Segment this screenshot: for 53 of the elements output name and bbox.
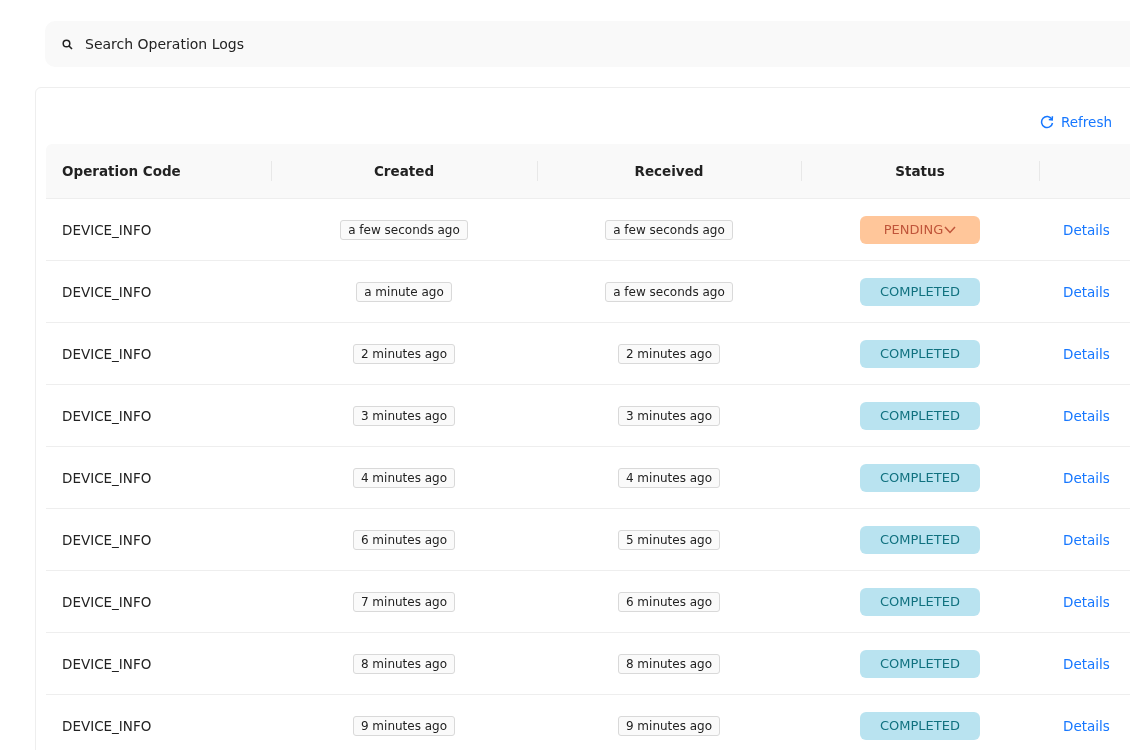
time-tag: a few seconds ago bbox=[605, 219, 733, 240]
details-link[interactable]: Details bbox=[1063, 407, 1110, 424]
operation-code: DEVICE_INFO bbox=[62, 531, 152, 548]
details-link[interactable]: Details bbox=[1063, 717, 1110, 734]
time-tag: 2 minutes ago bbox=[617, 343, 721, 364]
status-badge: COMPLETED bbox=[860, 711, 980, 740]
search-field[interactable]: Search Operation Logs bbox=[45, 21, 1130, 67]
status-badge: COMPLETED bbox=[860, 463, 980, 492]
chevron-down-icon bbox=[944, 225, 957, 234]
column-header: Received bbox=[634, 163, 704, 179]
column-header: Operation Code bbox=[62, 163, 181, 179]
time-tag: 8 minutes ago bbox=[352, 653, 456, 674]
details-link[interactable]: Details bbox=[1063, 655, 1110, 672]
operation-code: DEVICE_INFO bbox=[62, 221, 152, 238]
refresh-icon bbox=[1040, 115, 1054, 129]
details-link[interactable]: Details bbox=[1063, 593, 1110, 610]
status-badge: COMPLETED bbox=[860, 649, 980, 678]
time-tag: 9 minutes ago bbox=[352, 715, 456, 736]
operation-code: DEVICE_INFO bbox=[62, 593, 152, 610]
operation-code: DEVICE_INFO bbox=[62, 345, 152, 362]
time-tag: 4 minutes ago bbox=[617, 467, 721, 488]
column-header: Created bbox=[373, 163, 435, 179]
time-tag: 7 minutes ago bbox=[352, 591, 456, 612]
operation-code: DEVICE_INFO bbox=[62, 717, 152, 734]
status-badge: COMPLETED bbox=[860, 587, 980, 616]
time-tag: 2 minutes ago bbox=[352, 343, 456, 364]
time-tag: a few seconds ago bbox=[605, 281, 733, 302]
details-link[interactable]: Details bbox=[1063, 283, 1110, 300]
operation-code: DEVICE_INFO bbox=[62, 283, 152, 300]
time-tag: 9 minutes ago bbox=[617, 715, 721, 736]
time-tag: 4 minutes ago bbox=[352, 467, 456, 488]
time-tag: 6 minutes ago bbox=[352, 529, 456, 550]
status-badge: COMPLETED bbox=[860, 277, 980, 306]
time-tag: 6 minutes ago bbox=[617, 591, 721, 612]
time-tag: 8 minutes ago bbox=[617, 653, 721, 674]
time-tag: 3 minutes ago bbox=[617, 405, 721, 426]
time-tag: 5 minutes ago bbox=[617, 529, 721, 550]
time-tag: 3 minutes ago bbox=[352, 405, 456, 426]
operation-code: DEVICE_INFO bbox=[62, 469, 152, 486]
status-dropdown[interactable]: PENDING bbox=[860, 215, 980, 244]
status-badge: COMPLETED bbox=[860, 401, 980, 430]
refresh-button[interactable]: Refresh bbox=[1038, 112, 1114, 132]
details-link[interactable]: Details bbox=[1063, 221, 1110, 238]
status-badge: COMPLETED bbox=[860, 525, 980, 554]
time-tag: a few seconds ago bbox=[340, 219, 468, 240]
details-link[interactable]: Details bbox=[1063, 345, 1110, 362]
status-badge: COMPLETED bbox=[860, 339, 980, 368]
column-header: Status bbox=[895, 163, 945, 179]
time-tag: a minute ago bbox=[356, 281, 452, 302]
operation-code: DEVICE_INFO bbox=[62, 407, 152, 424]
details-link[interactable]: Details bbox=[1063, 469, 1110, 486]
operation-code: DEVICE_INFO bbox=[62, 655, 152, 672]
details-link[interactable]: Details bbox=[1063, 531, 1110, 548]
